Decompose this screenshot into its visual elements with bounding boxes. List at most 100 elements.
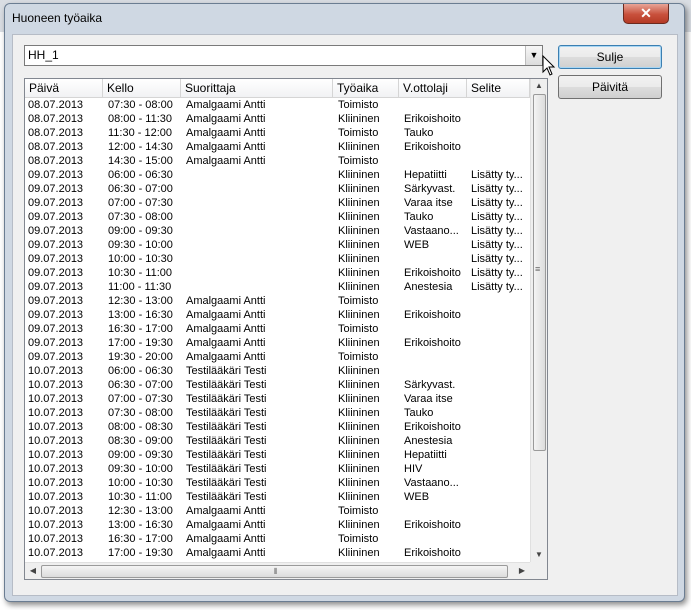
table-cell: Lisätty ty... xyxy=(471,281,523,293)
table-row[interactable]: 10.07.2013 09:30 - 10:00 Testilääkäri Test… xyxy=(25,462,530,476)
table-cell: Kliininen xyxy=(338,393,380,405)
table-cell: 16:30 - 17:00 xyxy=(108,323,173,335)
dropdown-arrow-button[interactable]: ▼ xyxy=(525,46,542,65)
table-row[interactable]: 10.07.2013 07:30 - 08:00 Testilääkäri Test… xyxy=(25,406,530,420)
table-cell: 10.07.2013 xyxy=(28,365,84,377)
table-row[interactable]: 09.07.2013 12:30 - 13:00 Amalgaami Antti To… xyxy=(25,294,530,308)
table-row[interactable]: 10.07.2013 17:00 - 19:30 Amalgaami Antti Kl… xyxy=(25,546,530,560)
table-row[interactable]: 10.07.2013 12:30 - 13:00 Amalgaami Antti To… xyxy=(25,504,530,518)
table-cell: Amalgaami Antti xyxy=(186,533,266,545)
worktime-list[interactable]: Päivä Kello Suorittaja Työaika V.ottolaj… xyxy=(24,78,548,580)
table-cell: 09.07.2013 xyxy=(28,267,84,279)
table-cell: Lisätty ty... xyxy=(471,183,523,195)
column-header-appointment-type[interactable]: V.ottolaji xyxy=(399,79,467,97)
table-row[interactable]: 09.07.2013 19:30 - 20:00 Amalgaami Antti To… xyxy=(25,350,530,364)
table-cell: 11:00 - 11:30 xyxy=(108,281,172,293)
table-row[interactable]: 09.07.2013 17:00 - 19:30 Amalgaami Antti Kl… xyxy=(25,336,530,350)
table-row[interactable]: 10.07.2013 13:00 - 16:30 Amalgaami Antti Kl… xyxy=(25,518,530,532)
room-select[interactable]: HH_1 ▼ xyxy=(24,45,543,66)
table-row[interactable]: 09.07.2013 09:00 - 09:30 Kliininen Vastaano… xyxy=(25,224,530,238)
table-cell: Amalgaami Antti xyxy=(186,155,266,167)
horizontal-scrollbar[interactable]: ◀ ⦀ ▶ xyxy=(25,562,530,579)
table-cell: Amalgaami Antti xyxy=(186,127,266,139)
table-cell: Kliininen xyxy=(338,141,380,153)
table-row[interactable]: 09.07.2013 06:30 - 07:00 Kliininen Särkyvas… xyxy=(25,182,530,196)
column-header-date[interactable]: Päivä xyxy=(25,79,103,97)
table-cell: 10.07.2013 xyxy=(28,463,84,475)
scroll-up-icon[interactable]: ▲ xyxy=(531,79,547,93)
table-cell: Lisätty ty... xyxy=(471,239,523,251)
mouse-cursor-icon xyxy=(542,55,556,76)
table-row[interactable]: 08.07.2013 08:00 - 11:30 Amalgaami Antti Kl… xyxy=(25,112,530,126)
table-row[interactable]: 10.07.2013 06:00 - 06:30 Testilääkäri Test… xyxy=(25,364,530,378)
table-row[interactable]: 09.07.2013 06:00 - 06:30 Kliininen Hepatiit… xyxy=(25,168,530,182)
table-cell: 08.07.2013 xyxy=(28,113,84,125)
table-cell: Amalgaami Antti xyxy=(186,323,266,335)
table-row[interactable]: 09.07.2013 10:30 - 11:00 Kliininen Erikoish… xyxy=(25,266,530,280)
column-header-description[interactable]: Selite xyxy=(467,79,530,97)
table-cell: Erikoishoito xyxy=(404,267,461,279)
table-cell: 09.07.2013 xyxy=(28,183,84,195)
table-row[interactable]: 10.07.2013 06:30 - 07:00 Testilääkäri Test… xyxy=(25,378,530,392)
table-row[interactable]: 08.07.2013 11:30 - 12:00 Amalgaami Antti To… xyxy=(25,126,530,140)
table-row[interactable]: 08.07.2013 07:30 - 08:00 Amalgaami Antti To… xyxy=(25,98,530,112)
table-row[interactable]: 10.07.2013 07:00 - 07:30 Testilääkäri Test… xyxy=(25,392,530,406)
table-cell: Varaa itse xyxy=(404,393,453,405)
table-cell: Toimisto xyxy=(338,127,379,139)
table-cell: Kliininen xyxy=(338,169,380,181)
table-cell: Kliininen xyxy=(338,463,380,475)
table-row[interactable]: 08.07.2013 12:00 - 14:30 Amalgaami Antti Kl… xyxy=(25,140,530,154)
table-row[interactable]: 10.07.2013 08:30 - 09:00 Testilääkäri Test… xyxy=(25,434,530,448)
table-cell: 07:30 - 08:00 xyxy=(108,99,173,111)
table-cell: 06:00 - 06:30 xyxy=(108,169,173,181)
scroll-right-icon[interactable]: ▶ xyxy=(514,563,530,579)
table-row[interactable]: 08.07.2013 14:30 - 15:00 Amalgaami Antti To… xyxy=(25,154,530,168)
table-row[interactable]: 09.07.2013 16:30 - 17:00 Amalgaami Antti To… xyxy=(25,322,530,336)
table-cell: 09.07.2013 xyxy=(28,169,84,181)
table-row[interactable]: 10.07.2013 08:00 - 08:30 Testilääkäri Test… xyxy=(25,420,530,434)
table-row[interactable]: 09.07.2013 13:00 - 16:30 Amalgaami Antti Kl… xyxy=(25,308,530,322)
dialog-client-area: HH_1 ▼ Sulje Päivitä Päivä Kello Suoritt… xyxy=(12,34,678,596)
vertical-scrollbar[interactable]: ▲ ≡ ▼ xyxy=(530,79,547,562)
scroll-left-icon[interactable]: ◀ xyxy=(25,563,41,579)
close-window-button[interactable]: ✕ xyxy=(623,4,669,24)
table-cell: Hepatiitti xyxy=(404,449,447,461)
table-cell: 07:30 - 08:00 xyxy=(108,211,173,223)
table-cell: 09.07.2013 xyxy=(28,281,84,293)
table-cell: 07:00 - 07:30 xyxy=(108,197,173,209)
table-row[interactable]: 09.07.2013 07:00 - 07:30 Kliininen Varaa it… xyxy=(25,196,530,210)
table-cell: Toimisto xyxy=(338,323,379,335)
scroll-corner xyxy=(530,562,547,579)
table-row[interactable]: 10.07.2013 10:00 - 10:30 Testilääkäri Test… xyxy=(25,476,530,490)
table-row[interactable]: 10.07.2013 10:30 - 11:00 Testilääkäri Test… xyxy=(25,490,530,504)
table-cell: Amalgaami Antti xyxy=(186,99,266,111)
table-row[interactable]: 09.07.2013 07:30 - 08:00 Kliininen Tauko Lis… xyxy=(25,210,530,224)
table-cell: 10.07.2013 xyxy=(28,505,84,517)
table-cell: 06:00 - 06:30 xyxy=(108,365,173,377)
table-row[interactable]: 09.07.2013 09:30 - 10:00 Kliininen WEB Lisät… xyxy=(25,238,530,252)
column-header-performer[interactable]: Suorittaja xyxy=(181,79,333,97)
table-cell: Kliininen xyxy=(338,337,380,349)
column-header-time[interactable]: Kello xyxy=(103,79,181,97)
table-cell: 10.07.2013 xyxy=(28,421,84,433)
table-cell: Erikoishoito xyxy=(404,519,461,531)
vertical-scroll-thumb[interactable]: ≡ xyxy=(533,94,546,451)
table-row[interactable]: 10.07.2013 16:30 - 17:00 Amalgaami Antti To… xyxy=(25,532,530,546)
list-header: Päivä Kello Suorittaja Työaika V.ottolaj… xyxy=(25,79,530,98)
close-button[interactable]: Sulje xyxy=(558,45,662,69)
table-cell: 08:00 - 11:30 xyxy=(108,113,173,125)
table-cell: Testilääkäri Testi xyxy=(186,463,267,475)
table-row[interactable]: 09.07.2013 10:00 - 10:30 Kliininen Lisätty … xyxy=(25,252,530,266)
table-row[interactable]: 10.07.2013 09:00 - 09:30 Testilääkäri Test… xyxy=(25,448,530,462)
scroll-down-icon[interactable]: ▼ xyxy=(531,548,547,562)
table-cell: Toimisto xyxy=(338,155,379,167)
table-cell: 09.07.2013 xyxy=(28,225,84,237)
column-header-worktime[interactable]: Työaika xyxy=(333,79,399,97)
table-row[interactable]: 09.07.2013 11:00 - 11:30 Kliininen Anestesi… xyxy=(25,280,530,294)
title-bar[interactable]: Huoneen työaika ✕ xyxy=(5,4,684,32)
refresh-button[interactable]: Päivitä xyxy=(558,75,662,99)
table-cell: Erikoishoito xyxy=(404,141,461,153)
table-cell: Erikoishoito xyxy=(404,309,461,321)
table-cell: 10.07.2013 xyxy=(28,449,84,461)
horizontal-scroll-thumb[interactable]: ⦀ xyxy=(41,565,508,578)
